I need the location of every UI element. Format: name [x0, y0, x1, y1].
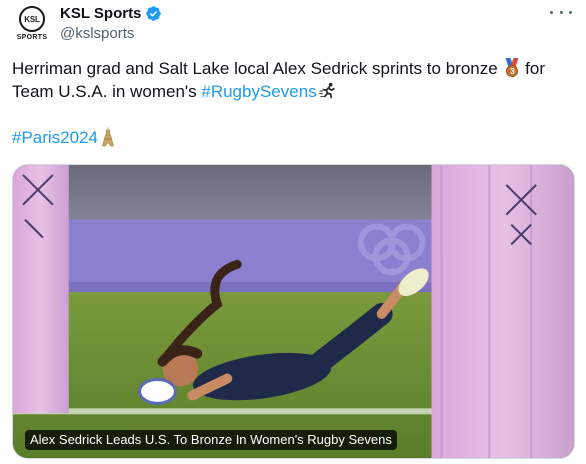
more-dot	[559, 10, 563, 14]
medal-number: 3	[506, 65, 519, 77]
tweet-line-2: Team U.S.A. in women's #RugbySevens	[12, 80, 572, 103]
author-handle[interactable]: @kslsports	[60, 25, 134, 42]
author-display-name[interactable]: KSL Sports	[60, 5, 141, 22]
ksl-logo: KSL	[19, 6, 45, 32]
tweet-line-1: Herriman grad and Salt Lake local Alex S…	[12, 57, 572, 80]
eiffel-tower-emoji	[102, 127, 114, 147]
tweet-line-1-tail: for	[520, 59, 545, 78]
tweet-text: Herriman grad and Salt Lake local Alex S…	[12, 57, 572, 149]
tweet-card: KSL SPORTS KSL Sports @kslsports Herrima…	[0, 0, 586, 464]
hashtag-rugbysevens-link[interactable]: #RugbySevens	[201, 82, 316, 101]
hashtag-paris2024-link[interactable]: #Paris2024	[12, 128, 98, 147]
tweet-media-image[interactable]: Alex Sedrick Leads U.S. To Bronze In Wom…	[12, 164, 575, 459]
rugby-photo	[13, 165, 574, 458]
tweet-line-3: #Paris2024	[12, 126, 572, 149]
avatar[interactable]: KSL SPORTS	[12, 6, 52, 46]
verified-badge-icon	[146, 6, 162, 21]
more-dot	[569, 10, 572, 14]
tweet-line-blank: ​	[12, 103, 572, 126]
media-caption: Alex Sedrick Leads U.S. To Bronze In Wom…	[25, 430, 397, 450]
bronze-medal-emoji: 3	[504, 58, 520, 78]
tweet-line-1-text: Herriman grad and Salt Lake local Alex S…	[12, 59, 498, 78]
avatar-logo-text: KSL	[24, 14, 40, 24]
more-dot	[550, 10, 553, 14]
tweet-line-2-text: Team U.S.A. in women's	[12, 82, 202, 101]
runner-emoji	[318, 82, 335, 99]
avatar-sub-text: SPORTS	[16, 34, 48, 41]
author-name-row[interactable]: KSL Sports	[60, 5, 162, 22]
more-options-icon[interactable]	[550, 4, 572, 20]
